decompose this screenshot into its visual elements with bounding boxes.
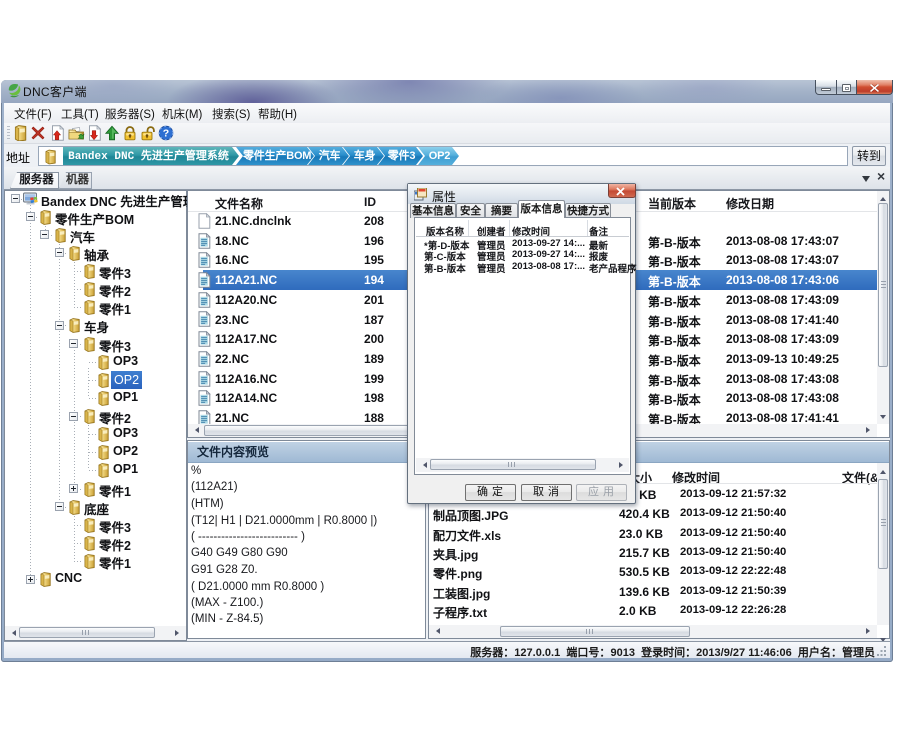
svg-text:?: ?	[163, 128, 169, 140]
